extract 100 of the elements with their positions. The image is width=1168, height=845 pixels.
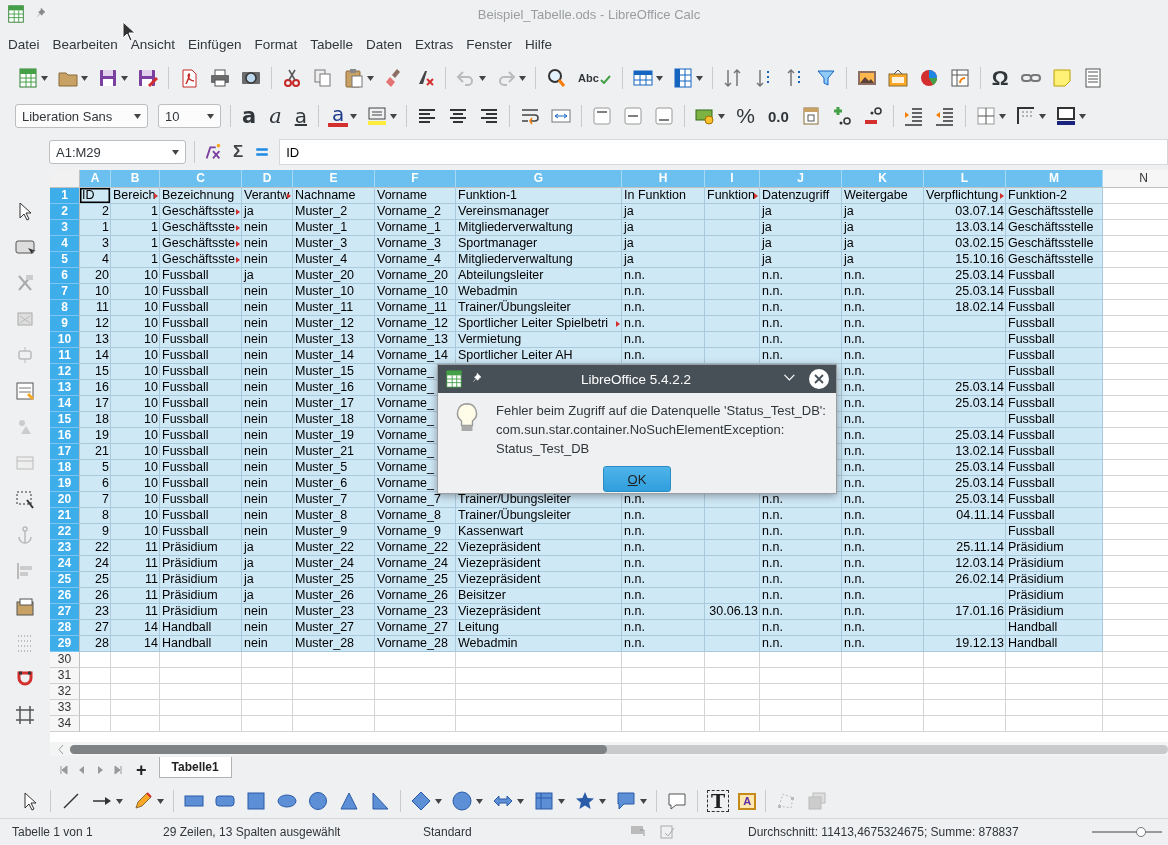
add-sheet-button[interactable]: + <box>130 759 153 781</box>
column-header[interactable]: L <box>924 170 1006 188</box>
row-header[interactable]: 23 <box>50 540 80 556</box>
table-cell: Muster_4 <box>293 252 375 268</box>
sum-button[interactable]: Σ <box>231 142 246 162</box>
table-cell: n.n. <box>760 348 842 364</box>
table-cell: Geschäftsstelle <box>1006 204 1103 220</box>
column-header[interactable]: D <box>242 170 293 188</box>
row-header[interactable]: 25 <box>50 572 80 588</box>
page-style[interactable]: Standard <box>423 825 629 839</box>
column-header[interactable]: A <box>80 170 111 188</box>
table-cell: 10 <box>111 300 160 316</box>
table-cell: Bezeichnung <box>160 188 242 204</box>
table-cell: Vorname_25 <box>375 572 456 588</box>
menu-item[interactable]: Datei <box>1 36 46 52</box>
column-header[interactable]: B <box>111 170 160 188</box>
menu-item[interactable]: Einfügen <box>181 36 248 52</box>
row-header[interactable]: 16 <box>50 428 80 444</box>
row-header[interactable]: 28 <box>50 620 80 636</box>
table-cell: Kassenwart <box>456 524 622 540</box>
row-header[interactable]: 30 <box>50 652 80 668</box>
row-header[interactable]: 11 <box>50 348 80 364</box>
column-header[interactable]: G <box>456 170 622 188</box>
formula-input[interactable]: ID <box>279 139 1168 165</box>
row-header[interactable]: 3 <box>50 220 80 236</box>
row-header[interactable]: 34 <box>50 716 80 732</box>
row-header[interactable]: 4 <box>50 236 80 252</box>
column-header[interactable]: K <box>842 170 924 188</box>
row-header[interactable]: 29 <box>50 636 80 652</box>
table-cell: Fussball <box>160 380 242 396</box>
row-header[interactable]: 15 <box>50 412 80 428</box>
row-header[interactable]: 8 <box>50 300 80 316</box>
column-header[interactable]: E <box>293 170 375 188</box>
column-header[interactable]: N <box>1103 170 1168 188</box>
sheet-tab[interactable]: Tabelle1 <box>158 756 232 778</box>
font-name-field[interactable]: Liberation Sans <box>15 104 148 128</box>
table-cell: Muster_14 <box>293 348 375 364</box>
row-header[interactable]: 24 <box>50 556 80 572</box>
table-cell: 10 <box>111 460 160 476</box>
table-cell: Muster_23 <box>293 604 375 620</box>
menu-item[interactable]: Hilfe <box>518 36 559 52</box>
column-header[interactable]: C <box>160 170 242 188</box>
table-cell: Muster_24 <box>293 556 375 572</box>
table-cell: Geschäftsste <box>160 204 242 220</box>
row-header[interactable]: 18 <box>50 460 80 476</box>
menu-item[interactable]: Tabelle <box>303 36 359 52</box>
row-header[interactable]: 14 <box>50 396 80 412</box>
column-header[interactable]: I <box>705 170 760 188</box>
text-box-button[interactable]: T <box>707 790 730 812</box>
row-header[interactable]: 5 <box>50 252 80 268</box>
row-header[interactable]: 10 <box>50 332 80 348</box>
special-character-button[interactable]: Ω <box>989 66 1011 90</box>
menu-item[interactable]: Fenster <box>459 36 519 52</box>
row-header[interactable]: 9 <box>50 316 80 332</box>
table-cell: nein <box>242 444 293 460</box>
row-header[interactable]: 1 <box>50 188 80 204</box>
table-cell: Muster_11 <box>293 300 375 316</box>
underline-button[interactable]: a <box>292 104 309 128</box>
row-header[interactable]: 21 <box>50 508 80 524</box>
row-header[interactable]: 31 <box>50 668 80 684</box>
row-header[interactable]: 26 <box>50 588 80 604</box>
row-header[interactable]: 13 <box>50 380 80 396</box>
table-cell: n.n. <box>622 540 705 556</box>
menu-item[interactable]: Daten <box>358 36 408 52</box>
row-header[interactable]: 17 <box>50 444 80 460</box>
row-header[interactable]: 33 <box>50 700 80 716</box>
italic-button[interactable]: a <box>267 104 284 128</box>
bold-button[interactable]: a <box>240 104 259 128</box>
table-cell: nein <box>242 220 293 236</box>
row-header[interactable]: 32 <box>50 684 80 700</box>
menu-item[interactable]: Ansicht <box>123 36 182 52</box>
fontwork-button[interactable]: A <box>738 792 757 810</box>
column-header[interactable]: M <box>1006 170 1103 188</box>
column-header[interactable]: H <box>622 170 705 188</box>
table-cell: 11 <box>111 604 160 620</box>
column-header[interactable]: J <box>760 170 842 188</box>
row-header[interactable]: 2 <box>50 204 80 220</box>
name-box[interactable]: A1:M29 <box>49 140 186 164</box>
row-header[interactable]: 12 <box>50 364 80 380</box>
table-cell: 23 <box>80 604 111 620</box>
row-header[interactable]: 19 <box>50 476 80 492</box>
column-header[interactable]: F <box>375 170 456 188</box>
row-header[interactable]: 7 <box>50 284 80 300</box>
percent-button[interactable]: % <box>734 104 757 128</box>
font-color-button[interactable]: a <box>327 105 349 127</box>
row-header[interactable]: 6 <box>50 268 80 284</box>
number-format-button[interactable]: 0.0 <box>765 107 791 125</box>
row-header[interactable]: 20 <box>50 492 80 508</box>
table-cell: 14 <box>80 348 111 364</box>
menu-item[interactable]: Format <box>247 36 304 52</box>
row-header[interactable]: 27 <box>50 604 80 620</box>
font-size-field[interactable]: 10 <box>158 104 221 128</box>
table-cell: Fussball <box>1006 492 1103 508</box>
menu-item[interactable]: Bearbeiten <box>45 36 124 52</box>
ok-button[interactable]: OK <box>603 466 671 492</box>
spelling-button[interactable]: Abc <box>576 72 613 84</box>
table-cell: Datenzugriff <box>760 188 842 204</box>
menu-item[interactable]: Extras <box>408 36 460 52</box>
row-header[interactable]: 22 <box>50 524 80 540</box>
table-cell: Muster_13 <box>293 332 375 348</box>
